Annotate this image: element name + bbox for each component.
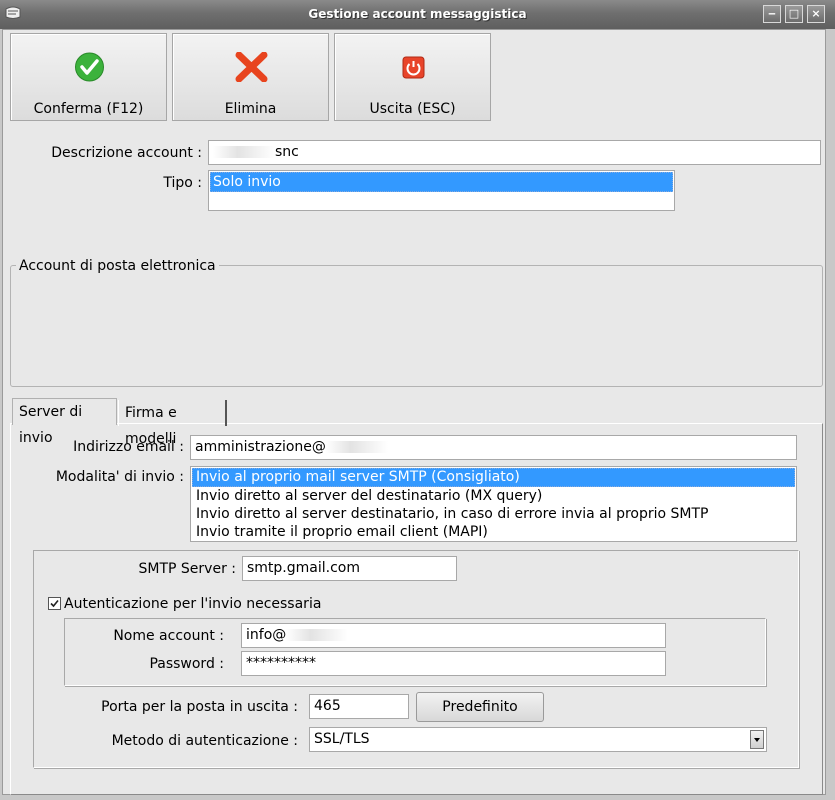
tab-server[interactable]: Server di invio [12,398,117,446]
title-bar: Gestione account messaggistica ‒ □ × [0,0,835,29]
description-input[interactable]: snc [208,140,821,165]
send-mode-option[interactable]: Invio tramite il proprio email client (M… [192,523,795,541]
port-input[interactable]: 465 [309,694,409,719]
exit-button[interactable]: Uscita (ESC) [334,33,491,121]
auth-method-value: SSL/TLS [314,731,370,747]
auth-method-select[interactable]: SSL/TLS [309,727,767,752]
exit-button-label: Uscita (ESC) [369,101,456,117]
auth-method-label: Metodo di autenticazione : [111,733,298,749]
confirm-button[interactable]: Conferma (F12) [10,33,167,121]
minimize-button[interactable]: ‒ [763,5,781,23]
redacted-text [213,146,275,158]
default-port-button[interactable]: Predefinito [416,692,544,722]
account-name-value: info@ [246,627,287,643]
password-label: Password : [149,656,224,672]
email-account-group-legend: Account di posta elettronica [16,258,219,274]
port-label: Porta per la posta in uscita : [101,699,298,715]
email-value: amministrazione@ [195,439,326,455]
confirm-button-label: Conferma (F12) [33,101,144,117]
checkmark-icon [75,52,104,82]
email-input[interactable]: amministrazione@ [190,435,797,460]
auth-checkbox-label[interactable]: Autenticazione per l'invio necessaria [64,596,321,612]
type-option-selected[interactable]: Solo invio [210,172,673,192]
power-icon [402,56,425,79]
account-name-input[interactable]: info@ [241,623,666,648]
email-label: Indirizzo email : [73,439,184,455]
description-value: snc [275,144,299,160]
smtp-server-label: SMTP Server : [138,561,237,577]
description-label: Descrizione account : [51,145,202,161]
check-icon [50,599,59,608]
dropdown-arrow-icon[interactable] [750,730,764,749]
type-listbox[interactable]: Solo invio [208,170,675,211]
maximize-button[interactable]: □ [785,5,803,23]
send-mode-option[interactable]: Invio diretto al server destinatario, in… [192,505,795,523]
redacted-text [286,629,349,641]
delete-x-icon [235,52,268,82]
tab-signature[interactable]: Firma e modelli [118,400,227,447]
delete-button[interactable]: Elimina [172,33,329,121]
chevron-down-icon [754,738,760,742]
smtp-server-input[interactable]: smtp.gmail.com [242,556,457,581]
send-mode-listbox[interactable]: Invio al proprio mail server SMTP (Consi… [190,466,797,542]
redacted-text [325,441,388,453]
password-input[interactable]: ********** [241,651,666,676]
email-account-group [10,265,823,387]
type-label: Tipo : [163,175,202,191]
delete-button-label: Elimina [224,101,277,117]
auth-checkbox[interactable] [48,597,61,610]
send-mode-option[interactable]: Invio diretto al server del destinatario… [192,487,795,505]
window-title: Gestione account messaggistica [308,7,527,21]
account-name-label: Nome account : [113,628,224,644]
send-mode-option[interactable]: Invio al proprio mail server SMTP (Consi… [192,468,795,487]
close-button[interactable]: × [807,5,825,23]
send-mode-label: Modalita' di invio : [55,469,184,485]
